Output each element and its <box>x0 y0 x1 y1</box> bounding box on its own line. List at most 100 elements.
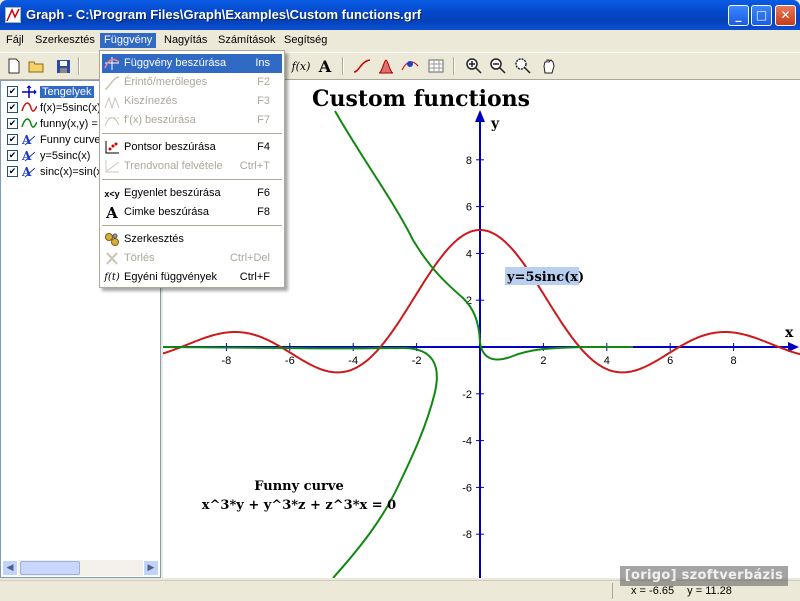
menu-function[interactable]: Függvény <box>100 33 157 48</box>
checkbox[interactable]: ✔ <box>7 134 18 145</box>
menu-edit-item[interactable]: Szerkesztés <box>102 230 282 249</box>
insert-function-icon <box>104 56 120 71</box>
zoom-out-icon[interactable] <box>488 56 508 76</box>
menu-delete[interactable]: Törlés Ctrl+Del <box>102 249 282 268</box>
point-icon[interactable] <box>400 56 420 76</box>
text-icon[interactable]: A <box>315 56 335 76</box>
list-item-sinc[interactable]: ✔ f(x)=5sinc(x) <box>7 100 101 115</box>
menu-insert-label[interactable]: A Cimke beszúrása F8 <box>102 203 282 222</box>
save-icon[interactable] <box>53 56 73 76</box>
table-icon[interactable] <box>426 56 446 76</box>
menu-item-label: Törlés <box>124 252 155 264</box>
edit-icon <box>104 232 120 247</box>
list-item-funny[interactable]: ✔ funny(x,y) = 0 <box>7 116 107 131</box>
toolbar-separator <box>453 57 455 75</box>
menu-tangent[interactable]: Érintő/merőleges F2 <box>102 73 282 92</box>
x-tick-label: -2 <box>412 355 422 367</box>
menu-zoom[interactable]: Nagyítás <box>160 33 211 48</box>
menu-item-label: Függvény beszúrása <box>124 57 227 69</box>
menu-custom-functions[interactable]: f(t) Egyéni függvények Ctrl+F <box>102 268 282 287</box>
list-item-label: y=5sinc(x) <box>40 149 91 162</box>
checkbox[interactable]: ✔ <box>7 102 18 113</box>
menu-separator <box>102 179 282 180</box>
menu-item-label: Trendvonal felvétele <box>124 160 223 172</box>
horizontal-scrollbar[interactable]: ◀ ▶ <box>2 560 159 576</box>
checkbox[interactable]: ✔ <box>7 86 18 97</box>
funny-curve-equation[interactable]: x^3*y + y^3*z + z^3*x = 0 <box>202 498 396 513</box>
y-tick-label: -8 <box>462 529 472 541</box>
menu-item-label: Cimke beszúrása <box>124 206 209 218</box>
tangent-icon <box>104 75 120 90</box>
function-menu-dropdown: Függvény beszúrása Ins Érintő/merőleges … <box>99 50 285 288</box>
menu-trendline[interactable]: Trendvonal felvétele Ctrl+T <box>102 157 282 176</box>
y-tick-label: 6 <box>466 202 472 214</box>
open-icon[interactable] <box>27 56 47 76</box>
pan-icon[interactable] <box>539 56 559 76</box>
menu-file[interactable]: Fájl <box>2 33 28 48</box>
function-icon[interactable]: f(x) <box>289 56 313 76</box>
menu-separator <box>102 133 282 134</box>
y-tick-label: 8 <box>466 155 472 167</box>
menu-separator <box>102 225 282 226</box>
toolbar-separator <box>342 57 344 75</box>
equation-icon: x<y <box>104 188 120 199</box>
menu-item-label: Egyéni függvények <box>124 271 217 283</box>
menu-help[interactable]: Segítség <box>280 33 331 48</box>
shade-icon[interactable] <box>376 56 396 76</box>
maximize-button[interactable]: □ <box>751 5 772 26</box>
list-item-label: funny(x,y) = 0 <box>40 117 107 130</box>
menu-edit[interactable]: Szerkesztés <box>31 33 99 48</box>
x-tick-label: -6 <box>285 355 295 367</box>
status-y: y = 11.28 <box>687 585 732 597</box>
menu-shading[interactable]: Kiszínezés F3 <box>102 92 282 111</box>
y-tick-label: -6 <box>462 482 472 494</box>
text-label-icon: A <box>21 165 36 178</box>
menu-item-shortcut: F2 <box>257 76 270 88</box>
menu-item-shortcut: F3 <box>257 95 270 107</box>
minimize-button[interactable]: _ <box>728 5 749 26</box>
close-button[interactable]: ✕ <box>775 5 796 26</box>
menu-item-shortcut: F8 <box>257 206 270 218</box>
checkbox[interactable]: ✔ <box>7 150 18 161</box>
x-tick-label: 2 <box>540 355 546 367</box>
menu-item-label: Kiszínezés <box>124 95 178 107</box>
checkbox[interactable]: ✔ <box>7 166 18 177</box>
zoom-window-icon[interactable] <box>513 56 533 76</box>
scroll-right-icon[interactable]: ▶ <box>143 560 159 576</box>
menu-bar: Fájl Szerkesztés Függvény Nagyítás Számí… <box>0 30 800 50</box>
label-icon: A <box>106 203 118 222</box>
menu-derivative[interactable]: f'(x) beszúrása F7 <box>102 111 282 130</box>
list-item-callout-label[interactable]: ✔ A y=5sinc(x) <box>7 148 90 163</box>
menu-item-shortcut: Ins <box>255 57 270 69</box>
list-item-axes[interactable]: ✔ Tengelyek <box>7 84 94 99</box>
trendline-icon <box>104 159 120 174</box>
funny-curve-segment[interactable] <box>163 346 438 578</box>
menu-item-shortcut: Ctrl+F <box>239 271 270 283</box>
graph-app-icon[interactable] <box>5 7 21 23</box>
list-item-funny-label[interactable]: ✔ A Funny curve <box>7 132 101 147</box>
x-axis-label: x <box>785 325 794 341</box>
scroll-left-icon[interactable]: ◀ <box>2 560 18 576</box>
scrollbar-thumb[interactable] <box>20 561 80 575</box>
x-tick-label: 8 <box>731 355 737 367</box>
text-label-icon: A <box>21 149 36 162</box>
funny-curve[interactable] <box>334 110 633 361</box>
checkbox[interactable]: ✔ <box>7 118 18 129</box>
menu-item-shortcut: Ctrl+T <box>239 160 270 172</box>
menu-item-shortcut: F4 <box>257 141 270 153</box>
callout-label[interactable]: y=5sinc(x) <box>506 270 584 285</box>
tangent-icon[interactable] <box>352 56 372 76</box>
menu-point-series[interactable]: Pontsor beszúrása F4 <box>102 138 282 157</box>
shading-icon <box>104 94 120 109</box>
menu-insert-equation[interactable]: x<y Egyenlet beszúrása F6 <box>102 184 282 203</box>
menu-item-label: Egyenlet beszúrása <box>124 187 221 199</box>
new-icon[interactable] <box>4 56 24 76</box>
y-tick-label: -4 <box>462 436 472 448</box>
funny-curve-title[interactable]: Funny curve <box>254 479 343 494</box>
red-curve-icon <box>21 102 37 112</box>
menu-calculations[interactable]: Számítások <box>214 33 279 48</box>
menu-insert-function[interactable]: Függvény beszúrása Ins <box>102 54 282 73</box>
list-item-label: f(x)=5sinc(x) <box>40 101 101 114</box>
y-tick-label: 4 <box>466 248 472 260</box>
zoom-in-icon[interactable] <box>464 56 484 76</box>
